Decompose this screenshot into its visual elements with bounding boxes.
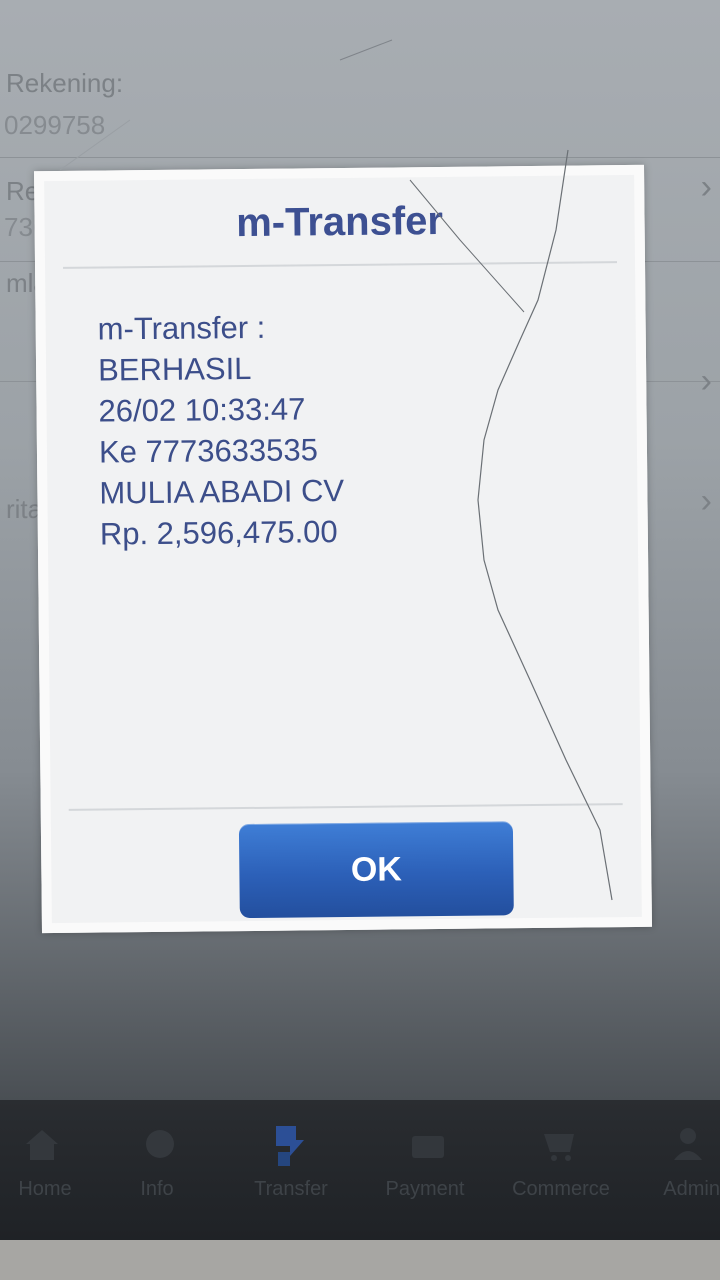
account-row: Rekening: 0299758 [0, 40, 720, 158]
cart-icon [540, 1122, 580, 1166]
ok-button[interactable]: OK [238, 821, 514, 919]
admin-icon [668, 1122, 708, 1166]
nav-label: Admin [663, 1178, 720, 1200]
timestamp: 26/02 10:33:47 [98, 391, 306, 429]
nav-label: Transfer [254, 1178, 328, 1200]
nav-label: Payment [385, 1178, 465, 1200]
nav-label: Commerce [512, 1178, 610, 1200]
dialog-message: m-Transfer : BERHASIL 26/02 10:33:47 Ke … [97, 306, 345, 555]
divider [63, 261, 618, 269]
recipient-account: Ke 7773633535 [98, 432, 319, 470]
info-icon [140, 1122, 180, 1166]
payment-icon [408, 1122, 448, 1166]
account-value: 0299758 [4, 110, 106, 140]
home-icon [22, 1122, 62, 1166]
account-label: Rekening: [6, 68, 124, 98]
status-text: BERHASIL [97, 350, 252, 388]
chevron-right-icon: › [700, 482, 712, 520]
transfer-icon [268, 1122, 308, 1166]
nav-label: Info [140, 1178, 174, 1200]
dialog-title: m-Transfer [235, 198, 444, 246]
amount: Rp. 2,596,475.00 [99, 514, 338, 552]
chevron-right-icon: › [700, 168, 712, 206]
bottom-nav: Home Info Transfer Payment Commerce Admi… [0, 1100, 720, 1240]
transfer-result-dialog: m-Transfer m-Transfer : BERHASIL 26/02 1… [34, 164, 652, 934]
recipient-name: MULIA ABADI CV [99, 472, 345, 511]
message-heading: m-Transfer : [97, 309, 266, 347]
device-frame [0, 1240, 720, 1280]
divider [68, 803, 623, 811]
